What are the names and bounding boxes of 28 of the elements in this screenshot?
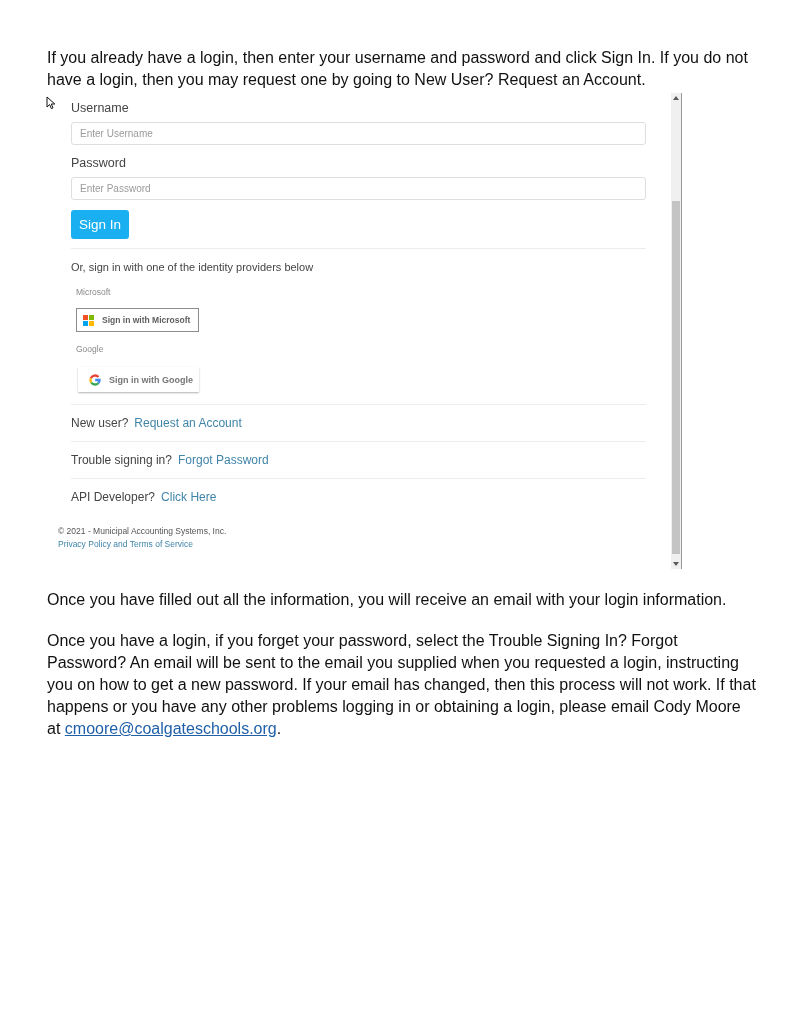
email-link[interactable]: cmoore@coalgateschools.org xyxy=(64,720,277,737)
text-link[interactable]: Forgot Password xyxy=(177,453,269,467)
policy-link[interactable]: Privacy Policy and Terms of Service xyxy=(58,538,193,551)
four-squares-logo-icon xyxy=(83,314,94,326)
google-sign-in-button[interactable]: Sign in with Google xyxy=(78,367,199,392)
providers-heading: Or, sign in with one of the identity providers below xyxy=(71,260,314,275)
text-link[interactable]: Request an Account xyxy=(134,416,242,430)
field-label: Username xyxy=(71,100,129,116)
field-label: Password xyxy=(71,155,126,171)
microsoft-sign-in-button[interactable]: Sign in with Microsoft xyxy=(76,308,199,332)
g-logo-icon xyxy=(89,373,101,386)
help-paragraph: Once you have a login, if you forget your password, select the Trouble Signing In? Forgot Password? An email will be sent to the email you supplied when you requested a login, instructing you on how to get a new password. If your email has changed, then this process will not work. If that happens or you have any other problems logging in or obtaining a login, please email Cody Moore at cmoore@coalgateschools.org. xyxy=(47,631,757,739)
provider-label: Google xyxy=(76,343,104,355)
text-input-field[interactable]: Enter Password xyxy=(71,177,646,200)
confirmation-paragraph: Once you have filled out all the information, you will receive an email with your login information. xyxy=(47,590,728,610)
scroll-down-arrow-icon[interactable] xyxy=(673,562,679,566)
scroll-up-arrow-icon[interactable] xyxy=(673,96,679,100)
text-input-field[interactable]: Enter Username xyxy=(71,122,646,145)
question-text: Trouble signing in? xyxy=(71,453,172,467)
sign-in-button[interactable]: Sign In xyxy=(71,210,129,239)
text-link[interactable]: Click Here xyxy=(161,490,217,504)
intro-paragraph: If you already have a login, then enter your username and password and click Sign In. If you do not have a login, then you may request one by going to New User? Request an Account. xyxy=(47,48,749,90)
question-text: New user? xyxy=(71,416,129,430)
question-text: API Developer? xyxy=(71,490,156,504)
scrollbar-thumb[interactable] xyxy=(672,201,680,554)
copyright-text: © 2021 - Municipal Accounting Systems, Inc. xyxy=(58,525,227,538)
provider-label: Microsoft xyxy=(76,286,111,298)
mouse-pointer-icon xyxy=(46,96,56,110)
